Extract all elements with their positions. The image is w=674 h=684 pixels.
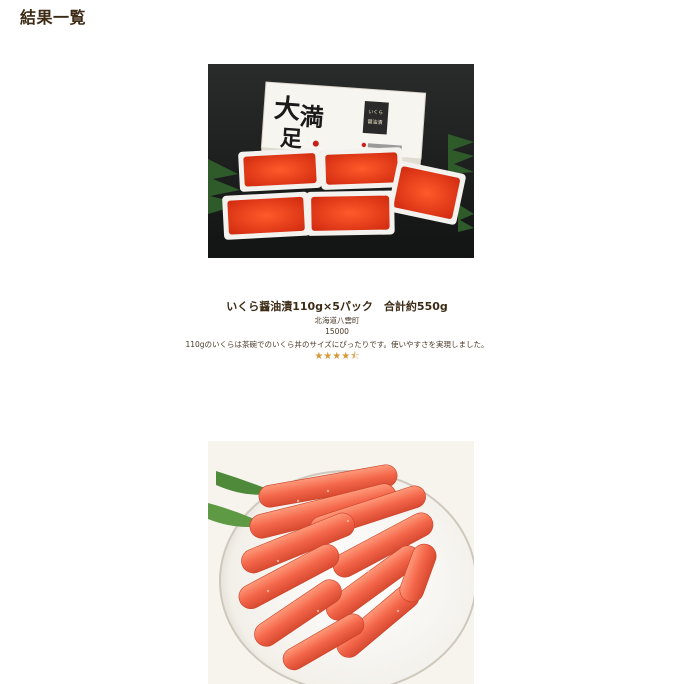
svg-text:大: 大 — [273, 94, 301, 126]
rating-stars: ★★★★⯪ — [0, 349, 674, 366]
page-title: 結果一覧 — [20, 8, 87, 27]
mentaiko-plate-icon — [208, 441, 474, 684]
svg-text:醤油漬: 醤油漬 — [367, 118, 382, 126]
star-half-icon: ⯪ — [350, 351, 360, 362]
product-price: 15000 — [325, 327, 349, 336]
svg-text:いくら: いくら — [368, 109, 383, 116]
star-icon: ★ — [332, 351, 342, 362]
star-icon: ★ — [323, 351, 333, 362]
product-image-mentaiko[interactable] — [208, 441, 474, 684]
product-title[interactable]: いくら醤油漬110g×5パック 合計約550g — [0, 298, 674, 314]
svg-text:足: 足 — [279, 125, 303, 152]
ikura-box-icon: 大 満 足 いくら 醤油漬 — [208, 64, 474, 258]
star-icon: ★ — [314, 351, 324, 362]
results-page: 結果一覧 大 満 足 いくら 醤油漬 いくら醤油漬110g×5パック 合計約55… — [0, 0, 674, 684]
star-icon: ★ — [341, 351, 351, 362]
product-image-ikura[interactable]: 大 満 足 いくら 醤油漬 — [208, 64, 474, 258]
product-region: 北海道八雲町 — [314, 316, 360, 325]
